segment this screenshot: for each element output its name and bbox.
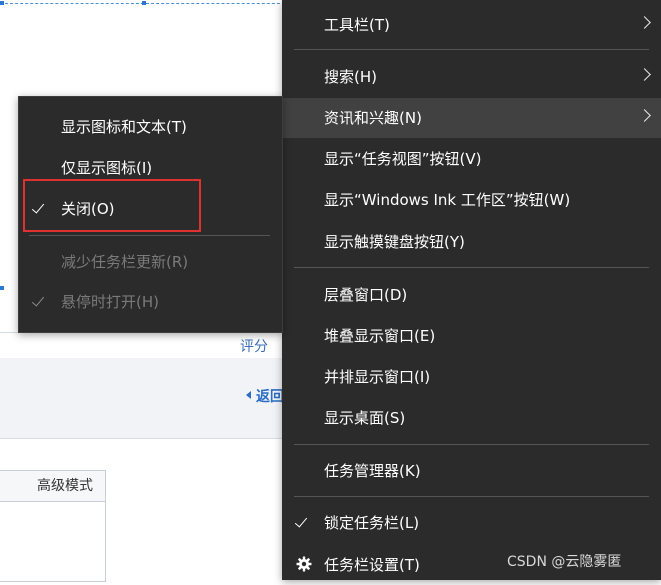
chevron-right-icon — [638, 68, 651, 81]
menu-item-label: 悬停时打开(H) — [61, 293, 159, 311]
back-link[interactable]: 返回 — [246, 386, 284, 406]
menu-item-show-desktop[interactable]: 显示桌面(S) — [282, 398, 661, 438]
selection-handle — [0, 286, 4, 290]
menu-item-label: 并排显示窗口(I) — [324, 368, 431, 386]
menu-item-label: 层叠窗口(D) — [324, 286, 408, 304]
menu-separator — [294, 49, 649, 50]
menu-separator — [294, 444, 649, 445]
menu-item-lock-taskbar[interactable]: 锁定任务栏(L) — [282, 503, 661, 543]
chevron-right-icon — [638, 109, 651, 122]
annotation-highlight-box — [23, 179, 201, 232]
menu-item-cascade-windows[interactable]: 层叠窗口(D) — [282, 275, 661, 315]
submenu-item-reduce-taskbar-updates: 减少任务栏更新(R) — [19, 242, 282, 282]
settings-table: 高级模式 — [0, 470, 106, 582]
chevron-right-icon — [638, 16, 651, 29]
menu-separator — [294, 496, 649, 497]
menu-item-label: 资讯和兴趣(N) — [324, 109, 422, 127]
menu-separator — [294, 267, 649, 268]
selection-border — [0, 3, 300, 4]
rating-link[interactable]: 评分 — [240, 336, 268, 356]
menu-item-search[interactable]: 搜索(H) — [282, 57, 661, 97]
submenu-item-open-on-hover: 悬停时打开(H) — [19, 282, 282, 322]
checkmark-icon — [31, 293, 45, 307]
watermark: CSDN @云隐雾匿 — [507, 554, 622, 570]
selection-handle — [0, 1, 4, 5]
menu-item-label: 显示触摸键盘按钮(Y) — [324, 233, 465, 251]
menu-item-show-windows-ink-button[interactable]: 显示“Windows Ink 工作区”按钮(W) — [282, 180, 661, 220]
menu-item-show-task-view-button[interactable]: 显示“任务视图”按钮(V) — [282, 139, 661, 179]
menu-item-label: 搜索(H) — [324, 68, 377, 86]
menu-separator — [29, 235, 270, 236]
menu-item-toolbars[interactable]: 工具栏(T) — [282, 5, 661, 45]
back-arrow-icon — [246, 391, 251, 399]
menu-item-label: 显示图标和文本(T) — [61, 118, 187, 136]
submenu-item-show-icon-and-text[interactable]: 显示图标和文本(T) — [19, 107, 282, 147]
gear-icon — [296, 556, 312, 572]
menu-item-label: 工具栏(T) — [324, 16, 390, 34]
checkmark-icon — [294, 514, 308, 528]
menu-item-side-by-side-windows[interactable]: 并排显示窗口(I) — [282, 357, 661, 397]
menu-item-show-touch-keyboard-button[interactable]: 显示触摸键盘按钮(Y) — [282, 222, 661, 262]
menu-item-news-and-interests[interactable]: 资讯和兴趣(N) — [282, 98, 661, 138]
menu-item-label: 堆叠显示窗口(E) — [324, 327, 436, 345]
table-header: 高级模式 — [0, 471, 105, 502]
menu-item-label: 显示“Windows Ink 工作区”按钮(W) — [324, 191, 571, 209]
menu-item-label: 减少任务栏更新(R) — [61, 253, 189, 271]
menu-item-stack-windows[interactable]: 堆叠显示窗口(E) — [282, 316, 661, 356]
back-link-label: 返回 — [256, 389, 284, 405]
menu-item-label: 显示“任务视图”按钮(V) — [324, 150, 482, 168]
menu-item-label: 锁定任务栏(L) — [324, 514, 420, 532]
menu-item-label: 显示桌面(S) — [324, 409, 406, 427]
menu-item-label: 任务栏设置(T) — [324, 556, 420, 574]
menu-item-task-manager[interactable]: 任务管理器(K) — [282, 451, 661, 491]
menu-item-label: 任务管理器(K) — [324, 462, 421, 480]
selection-handle — [142, 1, 146, 5]
taskbar-context-menu: 工具栏(T) 搜索(H) 资讯和兴趣(N) 显示“任务视图”按钮(V) 显示“W… — [282, 0, 661, 580]
